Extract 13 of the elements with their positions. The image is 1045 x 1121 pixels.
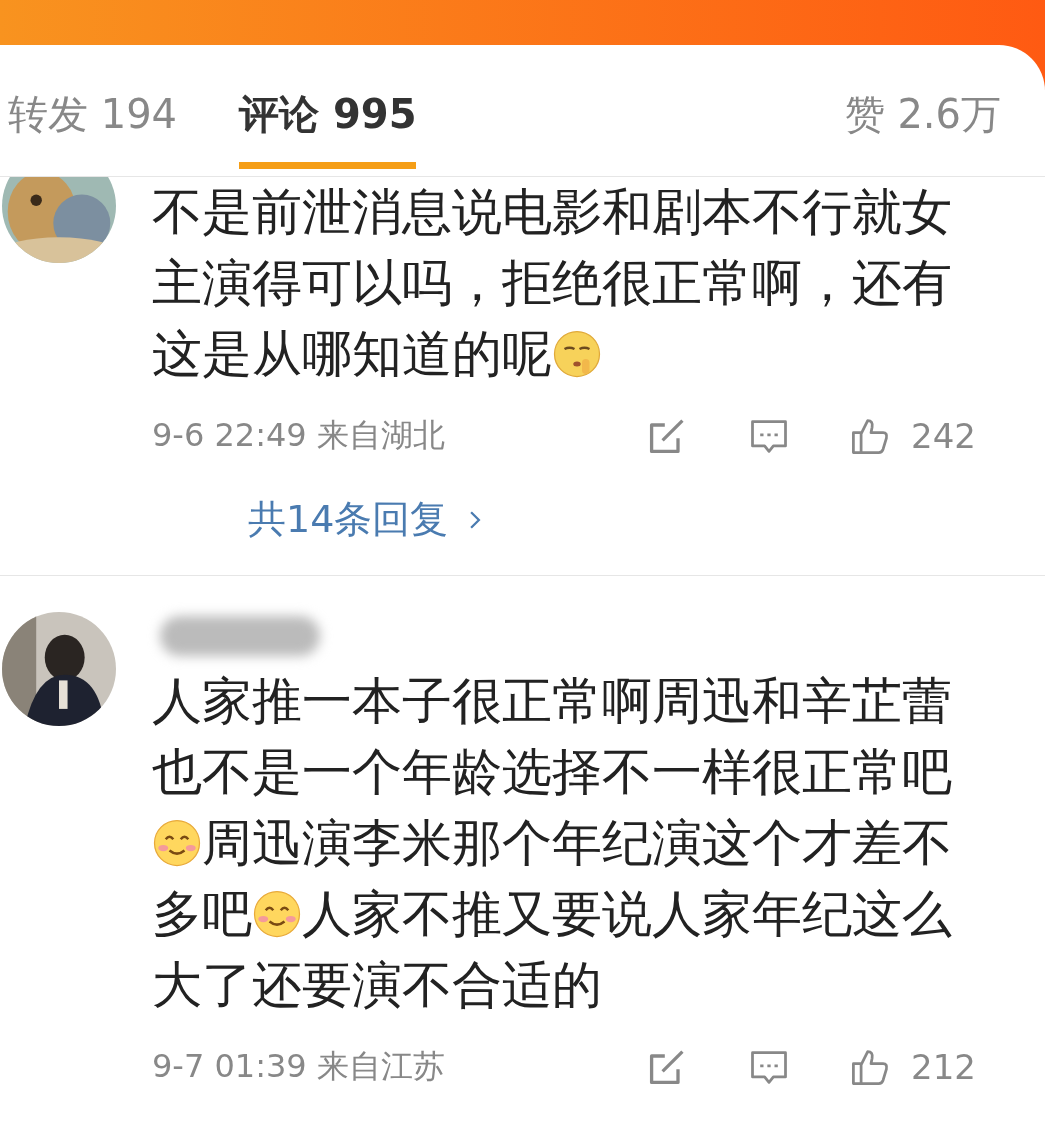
tab[interactable]: 转发 194 bbox=[8, 62, 178, 169]
comment-text: 不是前泄消息说电影和剧本不行就女主演得可以吗，拒绝很正常啊，还有这是从哪知道的呢 bbox=[152, 182, 953, 385]
comment-time: 9-6 22:49 来自湖北 bbox=[152, 415, 445, 456]
tab[interactable]: 赞 2.6万 bbox=[844, 62, 1001, 169]
like-button[interactable]: 242 bbox=[849, 414, 976, 458]
comment-text: 人家推一本子很正常啊周迅和辛芷蕾也不是一个年龄选择不一样很正常吧 周迅演李米那个年纪演这个才差不多吧 人家不推又要说人家年纪这么大了还要演不合适的 bbox=[152, 671, 953, 1016]
comment-time: 9-7 01:39 来自江苏 bbox=[152, 1046, 445, 1087]
replies-link[interactable]: 共14条回复 bbox=[248, 494, 489, 545]
smiling-emoji-icon bbox=[252, 889, 302, 939]
tab[interactable]: 评论 995 bbox=[239, 62, 417, 169]
like-button[interactable]: 212 bbox=[849, 1045, 976, 1089]
shushing-emoji-icon bbox=[552, 329, 602, 379]
smiling-emoji-icon bbox=[152, 818, 202, 868]
